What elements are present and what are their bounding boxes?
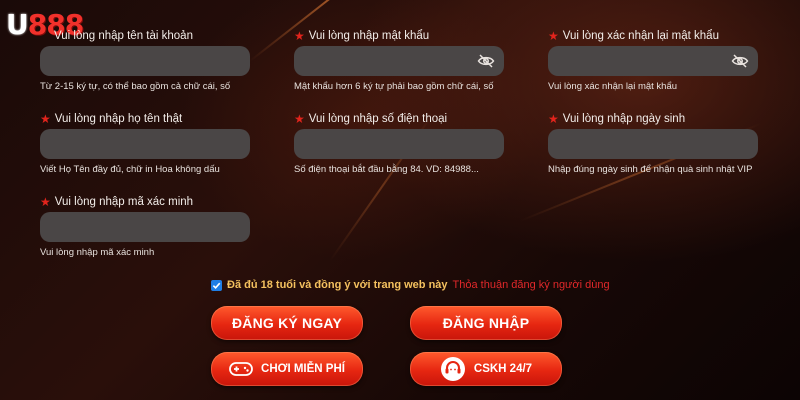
field-label: ★ Vui lòng nhập mật khẩu xyxy=(294,29,506,43)
verification-input[interactable] xyxy=(40,212,250,242)
login-label: ĐĂNG NHẬP xyxy=(442,315,530,331)
confirm-password-field: ★ Vui lòng xác nhận lại mật khẩu Vui lòn… xyxy=(548,29,760,92)
field-label: ★ Vui lòng xác nhận lại mật khẩu xyxy=(548,29,760,43)
eye-off-icon[interactable] xyxy=(731,53,749,69)
required-star-icon: ★ xyxy=(40,195,51,209)
fullname-field: ★ Vui lòng nhập họ tên thật Viết Họ Tên … xyxy=(40,112,252,175)
confirm-password-hint: Vui lòng xác nhận lại mật khẩu xyxy=(548,81,678,92)
password-hint: Mật khẩu hơn 6 ký tự phải bao gồm chữ cá… xyxy=(294,81,494,92)
username-field: Vui lòng nhập tên tài khoản Từ 2-15 ký t… xyxy=(40,29,252,92)
required-star-icon: ★ xyxy=(40,112,51,126)
birthday-label: Vui lòng nhập ngày sinh xyxy=(562,113,686,125)
required-star-icon: ★ xyxy=(548,112,559,126)
verification-hint: Vui lòng nhập mã xác minh xyxy=(40,247,155,258)
user-agreement-link[interactable]: Thỏa thuận đăng ký người dùng xyxy=(453,279,610,291)
required-star-icon: ★ xyxy=(294,29,305,43)
field-label: ★ Vui lòng nhập số điện thoại xyxy=(294,112,506,126)
birthday-field: ★ Vui lòng nhập ngày sinh Nhập đúng ngày… xyxy=(548,112,760,175)
eye-off-icon[interactable] xyxy=(477,53,495,69)
birthday-hint: Nhập đúng ngày sinh để nhận quà sinh nhậ… xyxy=(548,164,753,175)
checkmark-icon xyxy=(212,282,221,289)
required-star-icon: ★ xyxy=(548,29,559,43)
phone-field: ★ Vui lòng nhập số điện thoại Số điện th… xyxy=(294,112,506,175)
fullname-label: Vui lòng nhập họ tên thật xyxy=(54,113,183,125)
fullname-input[interactable] xyxy=(40,129,250,159)
phone-hint: Số điện thoại bắt đầu bằng 84. VD: 84988… xyxy=(294,164,479,175)
free-play-label: CHƠI MIỄN PHÍ xyxy=(261,363,345,375)
gamepad-icon xyxy=(229,362,253,376)
fullname-hint: Viết Họ Tên đầy đủ, chữ in Hoa không dấu xyxy=(40,164,220,175)
field-label: Vui lòng nhập tên tài khoản xyxy=(40,29,252,43)
phone-label: Vui lòng nhập số điện thoại xyxy=(308,113,448,125)
free-play-button[interactable]: CHƠI MIỄN PHÍ xyxy=(211,352,363,386)
register-now-label: ĐĂNG KÝ NGAY xyxy=(231,315,342,331)
field-label: ★ Vui lòng nhập mã xác minh xyxy=(40,195,252,209)
verification-label: Vui lòng nhập mã xác minh xyxy=(54,196,194,208)
password-input[interactable] xyxy=(294,46,504,76)
phone-input[interactable] xyxy=(294,129,504,159)
support-label: CSKH 24/7 xyxy=(473,363,533,375)
agreement-row: Đã đủ 18 tuổi và đồng ý với trang web nà… xyxy=(211,279,610,291)
confirm-password-label: Vui lòng xác nhận lại mật khẩu xyxy=(562,30,719,42)
support-button[interactable]: CSKH 24/7 xyxy=(410,352,562,386)
verification-field: ★ Vui lòng nhập mã xác minh Vui lòng nhậ… xyxy=(40,195,252,258)
agreement-checkbox[interactable] xyxy=(211,279,222,291)
field-label: ★ Vui lòng nhập ngày sinh xyxy=(548,112,760,126)
password-label: Vui lòng nhập mật khẩu xyxy=(308,30,430,42)
required-star-icon: ★ xyxy=(294,112,305,126)
password-field: ★ Vui lòng nhập mật khẩu Mật khẩu hơn 6 … xyxy=(294,29,506,92)
username-hint: Từ 2-15 ký tự, có thể bao gồm cả chữ cái… xyxy=(40,81,231,92)
username-label: Vui lòng nhập tên tài khoản xyxy=(54,30,193,42)
agreement-text: Đã đủ 18 tuổi và đồng ý với trang web nà… xyxy=(227,279,448,291)
login-button[interactable]: ĐĂNG NHẬP xyxy=(410,306,562,340)
field-label: ★ Vui lòng nhập họ tên thật xyxy=(40,112,252,126)
headset-support-icon xyxy=(440,357,465,381)
birthday-input[interactable] xyxy=(548,129,758,159)
register-now-button[interactable]: ĐĂNG KÝ NGAY xyxy=(211,306,363,340)
username-input[interactable] xyxy=(40,46,250,76)
logo-letter: U xyxy=(6,8,29,41)
confirm-password-input[interactable] xyxy=(548,46,758,76)
